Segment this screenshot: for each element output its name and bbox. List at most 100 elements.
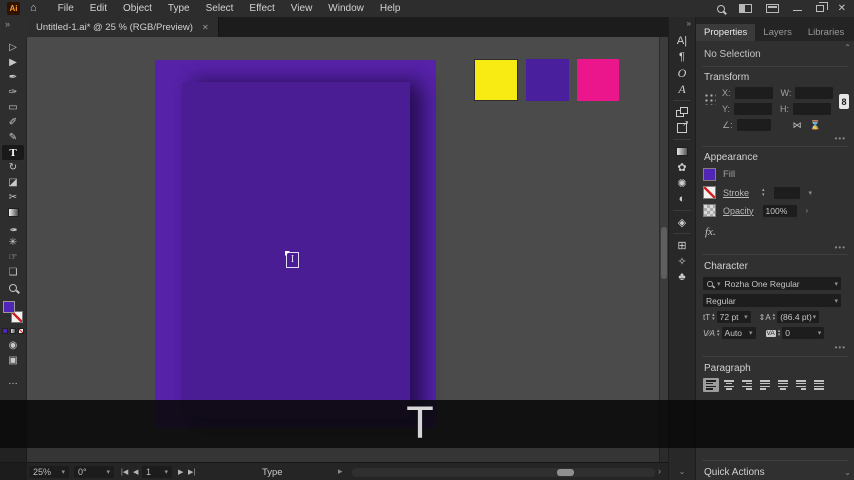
minimize-button[interactable] xyxy=(792,9,802,12)
rotate-tool[interactable]: ↻ xyxy=(2,160,24,175)
step-down-icon[interactable]: ▾ xyxy=(717,333,720,338)
toolbar-expand-button[interactable]: » xyxy=(0,17,27,37)
fill-color-indicator[interactable] xyxy=(3,301,15,313)
collapse-panels-icon[interactable]: » xyxy=(687,19,695,28)
menu-type[interactable]: Type xyxy=(161,0,197,17)
pen-tool[interactable]: ✒ xyxy=(2,70,24,85)
draw-mode-button[interactable]: ◉ xyxy=(2,338,24,353)
scroll-right-icon[interactable]: › xyxy=(658,466,661,476)
align-left-button[interactable] xyxy=(703,378,719,392)
step-down-icon[interactable]: ▾ xyxy=(773,317,776,322)
hand-tool[interactable]: ☞ xyxy=(2,250,24,265)
align-center-button[interactable] xyxy=(721,378,737,392)
leading-stepper[interactable]: ▴ ▾ xyxy=(773,312,776,322)
first-artboard-button[interactable]: |◀ xyxy=(121,468,128,476)
app-logo-icon[interactable]: Ai xyxy=(7,2,20,15)
canvas[interactable]: I xyxy=(27,37,659,462)
3d-materials-panel-icon[interactable]: ◈ xyxy=(671,214,693,230)
pathfinder-panel-icon[interactable] xyxy=(671,104,693,120)
justify-all-button[interactable] xyxy=(811,378,827,392)
color-panel-icon[interactable]: ✿ xyxy=(671,159,693,175)
artboards-panel-icon[interactable]: ⊞ xyxy=(671,237,693,253)
gradient-button[interactable] xyxy=(10,328,16,334)
appearance-more-options[interactable]: ••• xyxy=(835,243,846,252)
constrain-proportions-toggle[interactable]: 8 xyxy=(839,94,849,109)
stroke-weight-input[interactable] xyxy=(773,186,800,199)
font-family-select[interactable]: ▾ Rozha One Regular ▾ xyxy=(703,277,841,290)
menu-effect[interactable]: Effect xyxy=(242,0,281,17)
color-square-pink[interactable] xyxy=(577,59,619,101)
menu-help[interactable]: Help xyxy=(373,0,408,17)
menu-window[interactable]: Window xyxy=(321,0,371,17)
fx-button[interactable]: fx. xyxy=(705,226,716,238)
eyedropper-tool[interactable]: ✒ xyxy=(2,220,24,235)
arrange-documents-icon[interactable] xyxy=(738,4,752,13)
opentype-panel-icon[interactable]: O xyxy=(671,65,693,81)
opacity-label[interactable]: Opacity xyxy=(723,206,754,216)
artboard-number-select[interactable]: 1 ▾ xyxy=(142,466,172,478)
tracking-stepper[interactable]: ▴ ▾ xyxy=(778,328,781,338)
transform-more-options[interactable]: ••• xyxy=(835,134,846,143)
kerning-select[interactable]: Auto ▾ xyxy=(721,327,756,339)
horizontal-scrollbar-thumb[interactable] xyxy=(557,469,574,476)
screen-mode-button[interactable]: ▣ xyxy=(2,353,24,368)
tab-close-icon[interactable]: ✕ xyxy=(202,23,209,32)
stroke-weight-stepper[interactable]: ▴ ▾ xyxy=(762,188,765,197)
previous-artboard-button[interactable]: ◀ xyxy=(133,468,138,476)
stroke-swatch[interactable] xyxy=(703,186,716,199)
search-icon[interactable] xyxy=(716,4,725,13)
fill-swatch[interactable] xyxy=(703,168,716,181)
scissors-tool[interactable]: ✂ xyxy=(2,190,24,205)
type-tool[interactable]: T xyxy=(2,145,24,160)
color-square-purple[interactable] xyxy=(526,59,569,101)
color-guide-panel-icon[interactable]: ✺ xyxy=(671,175,693,191)
reference-point-locator[interactable] xyxy=(703,92,716,105)
color-square-yellow[interactable] xyxy=(474,59,518,101)
rotation-input[interactable] xyxy=(736,119,771,131)
font-style-select[interactable]: Regular ▾ xyxy=(703,294,841,307)
x-input[interactable] xyxy=(734,87,773,99)
step-down-icon[interactable]: ▾ xyxy=(762,192,765,198)
rotation-select[interactable]: 0° ▾ xyxy=(74,466,114,478)
stroke-weight-dropdown-icon[interactable]: ▾ xyxy=(809,189,813,197)
gradient-tool[interactable] xyxy=(2,205,24,220)
leading-select[interactable]: (86.4 pt) ▾ xyxy=(777,311,820,323)
transparency-panel-icon[interactable]: ◐ xyxy=(671,191,693,207)
character-panel-icon[interactable]: A| xyxy=(671,33,693,49)
width-input[interactable] xyxy=(795,87,834,99)
export-panel-icon[interactable]: ↗ xyxy=(671,119,693,136)
workspace-switcher-icon[interactable] xyxy=(765,4,779,13)
zoom-tool[interactable] xyxy=(2,280,24,295)
tracking-select[interactable]: 0 ▾ xyxy=(782,327,825,339)
stroke-label[interactable]: Stroke xyxy=(723,188,749,198)
menu-view[interactable]: View xyxy=(284,0,320,17)
tab-layers[interactable]: Layers xyxy=(755,24,800,41)
vertical-scrollbar[interactable] xyxy=(659,37,668,462)
close-button[interactable]: ✕ xyxy=(838,3,846,14)
curvature-tool[interactable]: ✑ xyxy=(2,85,24,100)
document-tab[interactable]: Untitled-1.ai* @ 25 % (RGB/Preview) ✕ xyxy=(27,17,219,37)
panel-scroll-down-icon[interactable]: ⌄ xyxy=(844,468,851,477)
glyphs-panel-icon[interactable]: A xyxy=(671,81,693,97)
zoom-level-select[interactable]: 25% ▾ xyxy=(29,466,69,478)
direct-selection-tool[interactable]: ▶ xyxy=(2,55,24,70)
restore-button[interactable] xyxy=(815,2,828,12)
justify-last-left-button[interactable] xyxy=(757,378,773,392)
shaper-tool[interactable]: ✎ xyxy=(2,130,24,145)
symbols-panel-icon[interactable]: ♣ xyxy=(671,269,693,285)
character-more-options[interactable]: ••• xyxy=(835,343,846,352)
home-icon[interactable]: ⌂ xyxy=(30,3,37,14)
intertwine-panel-icon[interactable]: ✧ xyxy=(671,253,693,269)
artwork-rectangle[interactable] xyxy=(155,60,436,428)
status-menu-icon[interactable]: ▸ xyxy=(338,466,343,476)
gradient-panel-icon[interactable] xyxy=(671,143,693,159)
opacity-expand-icon[interactable]: › xyxy=(806,206,809,215)
kerning-stepper[interactable]: ▴ ▾ xyxy=(717,328,720,338)
fill-stroke-control[interactable] xyxy=(3,301,23,323)
tab-properties[interactable]: Properties xyxy=(696,24,756,41)
step-down-icon[interactable]: ▾ xyxy=(778,333,781,338)
rectangle-tool[interactable]: ▭ xyxy=(2,100,24,115)
menu-file[interactable]: File xyxy=(51,0,81,17)
y-input[interactable] xyxy=(734,103,773,115)
justify-last-center-button[interactable] xyxy=(775,378,791,392)
